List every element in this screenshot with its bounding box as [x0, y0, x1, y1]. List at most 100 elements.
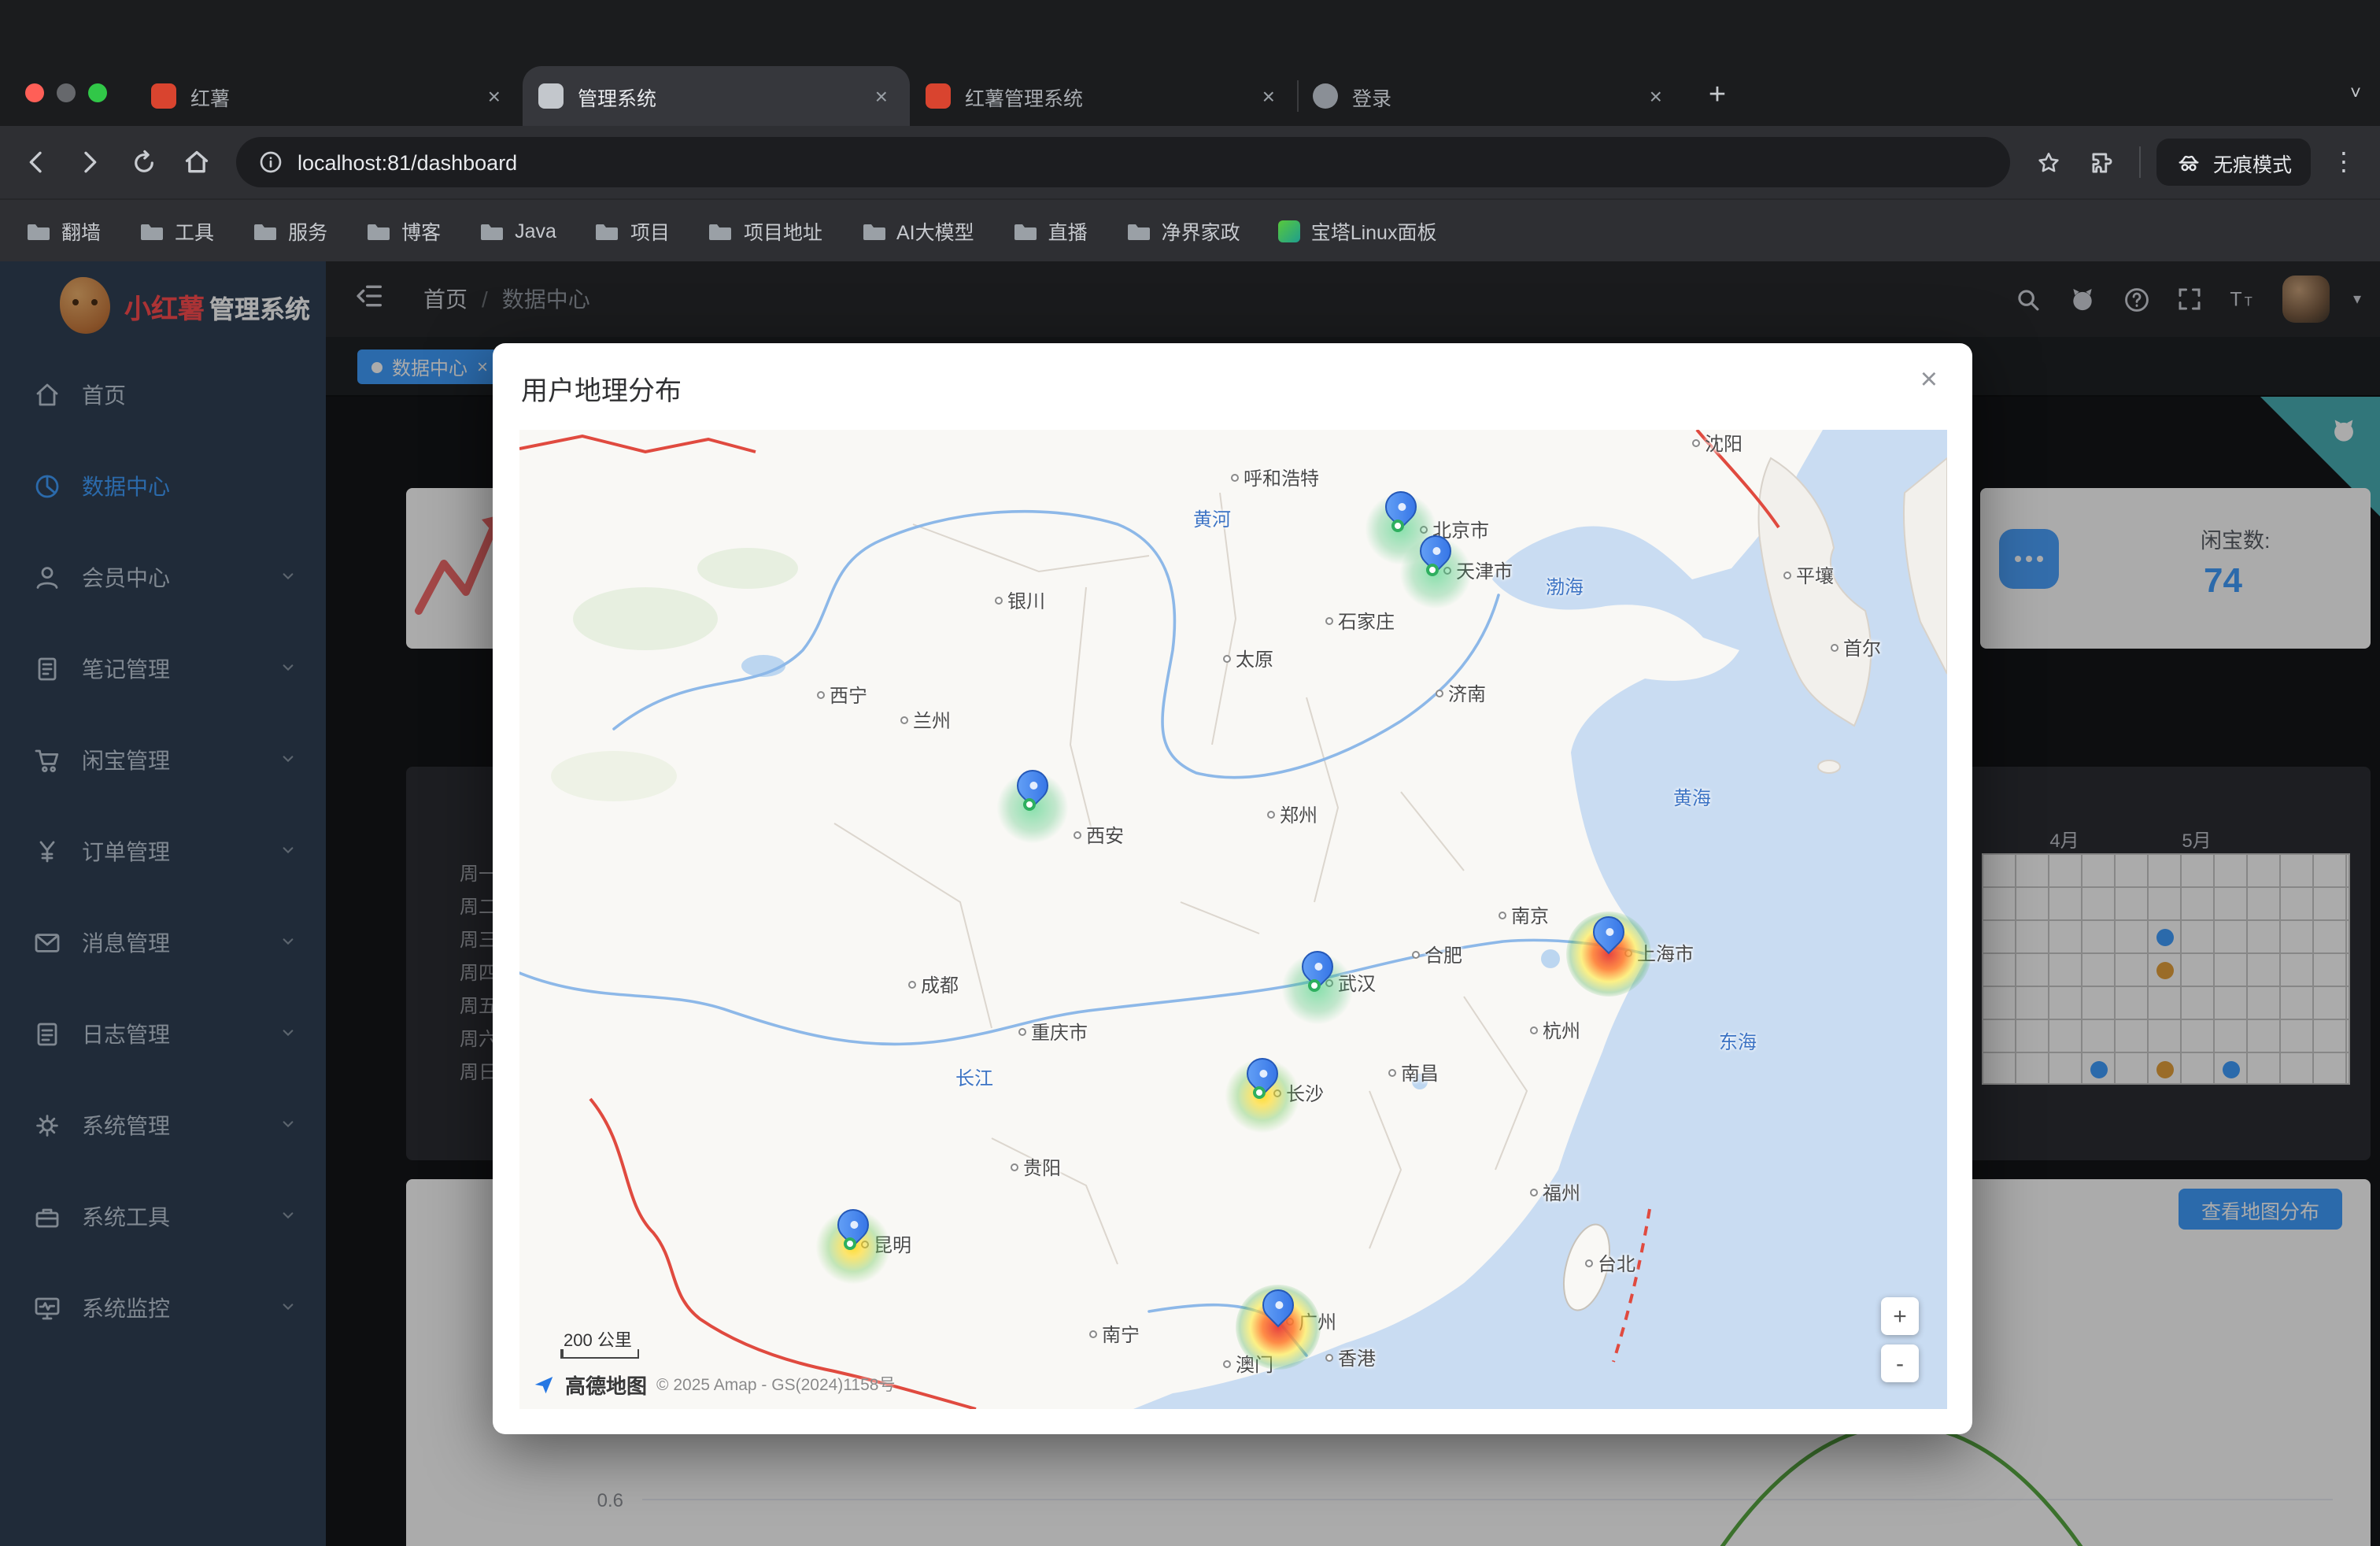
city-dot-icon [1223, 1360, 1231, 1368]
browser-tab[interactable]: 管理系统 × [523, 66, 910, 126]
url-text: localhost:81/dashboard [298, 150, 517, 174]
bookmark-item[interactable]: 宝塔Linux面板 [1278, 216, 1437, 246]
window-controls [25, 83, 107, 102]
city-dot-icon [1499, 912, 1506, 919]
incognito-icon [2175, 149, 2202, 176]
city-dot-icon [1325, 617, 1333, 625]
folder-icon [708, 218, 733, 243]
tab-close-icon[interactable]: × [1256, 82, 1281, 110]
city-dot-icon [1267, 811, 1275, 819]
city-label: 贵阳 [1011, 1154, 1061, 1181]
city-dot-icon [1018, 1028, 1026, 1036]
city-name: 沈阳 [1705, 430, 1743, 457]
bookmark-item[interactable]: 直播 [1012, 216, 1088, 246]
tab-bar-tabs: 红薯×管理系统×红薯管理系统×登录×+ [135, 63, 1741, 126]
tab-title: 管理系统 [578, 81, 856, 111]
star-icon [2034, 147, 2064, 177]
amap-logo-icon [532, 1373, 556, 1396]
bookmarks-bar: 翻墙 工具 服务 博客 Java 项目 项目地址 AI大模型 直播 净界家政 宝塔Linux面板 [0, 198, 2380, 261]
city-dot-icon [817, 691, 825, 699]
bookmark-item[interactable]: Java [479, 218, 556, 243]
extensions-button[interactable] [2076, 135, 2130, 189]
city-name: 合肥 [1425, 941, 1462, 968]
bookmark-item[interactable]: AI大模型 [860, 216, 974, 246]
bookmark-label: Java [515, 220, 556, 242]
city-name: 杭州 [1543, 1017, 1580, 1044]
map-attribution: 高德地图 © 2025 Amap - GS(2024)1158号 [532, 1370, 895, 1400]
tab-close-icon[interactable]: × [482, 82, 507, 110]
water-label: 东海 [1719, 1028, 1757, 1055]
city-dot-icon [995, 597, 1003, 605]
browser-tab[interactable]: 红薯管理系统× [910, 66, 1297, 126]
city-label: 南宁 [1089, 1321, 1140, 1348]
pin-tip-marker [1391, 520, 1404, 532]
incognito-label: 无痕模式 [2213, 147, 2292, 177]
dialog-close-icon[interactable]: × [1911, 361, 1947, 401]
city-label: 西宁 [817, 682, 867, 708]
bookmark-label: 服务 [288, 216, 327, 246]
city-name: 南昌 [1401, 1060, 1439, 1086]
city-name: 兰州 [913, 707, 951, 734]
new-tab-button[interactable]: + [1694, 72, 1741, 120]
city-label: 石家庄 [1325, 608, 1395, 634]
bookmark-item[interactable]: 项目地址 [708, 216, 822, 246]
folder-icon [25, 218, 50, 243]
tab-close-icon[interactable]: × [869, 82, 894, 110]
city-label: 南昌 [1388, 1060, 1439, 1086]
address-bar[interactable]: localhost:81/dashboard [236, 137, 2010, 187]
map-zoom-controls: + - [1881, 1297, 1919, 1382]
city-label: 成都 [908, 971, 959, 998]
site-info-icon[interactable] [258, 150, 283, 175]
pin-tip-marker [1308, 979, 1321, 992]
city-name: 首尔 [1843, 634, 1881, 661]
city-label: 重庆市 [1018, 1019, 1088, 1045]
bookmark-item[interactable]: 服务 [252, 216, 327, 246]
browser-toolbar: localhost:81/dashboard 无痕模式 ⋮ [0, 126, 2380, 198]
browser-menu-button[interactable]: ⋮ [2317, 135, 2371, 189]
bookmark-item[interactable]: 项目 [594, 216, 670, 246]
china-map[interactable]: 黄河渤海黄海东海长江呼和浩特沈阳银川太原石家庄济南西宁兰州北京市天津市平壤首尔西… [519, 430, 1947, 1409]
city-dot-icon [900, 716, 908, 724]
tab-search-caret-icon[interactable]: ˅ [2350, 82, 2361, 104]
bookmark-label: 宝塔Linux面板 [1311, 216, 1437, 246]
browser-tab[interactable]: 红薯× [135, 66, 523, 126]
pin-tip-marker [1023, 798, 1036, 811]
city-name: 呼和浩特 [1244, 464, 1319, 491]
close-window-button[interactable] [25, 83, 44, 102]
bookmark-label: 净界家政 [1162, 216, 1240, 246]
city-label: 呼和浩特 [1231, 464, 1319, 491]
bookmark-item[interactable]: 净界家政 [1125, 216, 1240, 246]
tab-title: 登录 [1352, 81, 1631, 111]
forward-button[interactable] [63, 135, 116, 189]
city-label: 济南 [1436, 680, 1486, 707]
bookmark-item[interactable]: 博客 [365, 216, 441, 246]
city-name: 南宁 [1102, 1321, 1140, 1348]
bookmark-label: 项目 [630, 216, 670, 246]
bookmark-item[interactable]: 翻墙 [25, 216, 101, 246]
city-label: 香港 [1325, 1344, 1376, 1371]
tab-favicon-icon [1313, 83, 1338, 109]
maximize-window-button[interactable] [88, 83, 107, 102]
city-dot-icon [1231, 474, 1239, 482]
water-label: 渤海 [1546, 573, 1584, 600]
bookmark-item[interactable]: 工具 [139, 216, 214, 246]
home-button[interactable] [170, 135, 224, 189]
tab-favicon-icon [538, 83, 564, 109]
tab-strip: 红薯×管理系统×红薯管理系统×登录×+ ˅ [0, 0, 2380, 126]
back-button[interactable] [9, 135, 63, 189]
city-dot-icon [1436, 690, 1443, 697]
reload-button[interactable] [116, 135, 170, 189]
bookmark-star-button[interactable] [2023, 135, 2076, 189]
kebab-icon: ⋮ [2331, 146, 2356, 178]
city-label: 兰州 [900, 707, 951, 734]
minimize-window-button[interactable] [57, 83, 76, 102]
city-name: 郑州 [1280, 801, 1318, 828]
browser-tab[interactable]: 登录 × [1297, 66, 1684, 126]
zoom-in-button[interactable]: + [1881, 1297, 1919, 1335]
tab-favicon-icon [151, 83, 176, 109]
city-dot-icon [1325, 1354, 1333, 1362]
zoom-out-button[interactable]: - [1881, 1344, 1919, 1382]
city-dot-icon [1585, 1259, 1593, 1267]
city-name: 福州 [1543, 1179, 1580, 1206]
tab-close-icon[interactable]: × [1643, 82, 1669, 110]
